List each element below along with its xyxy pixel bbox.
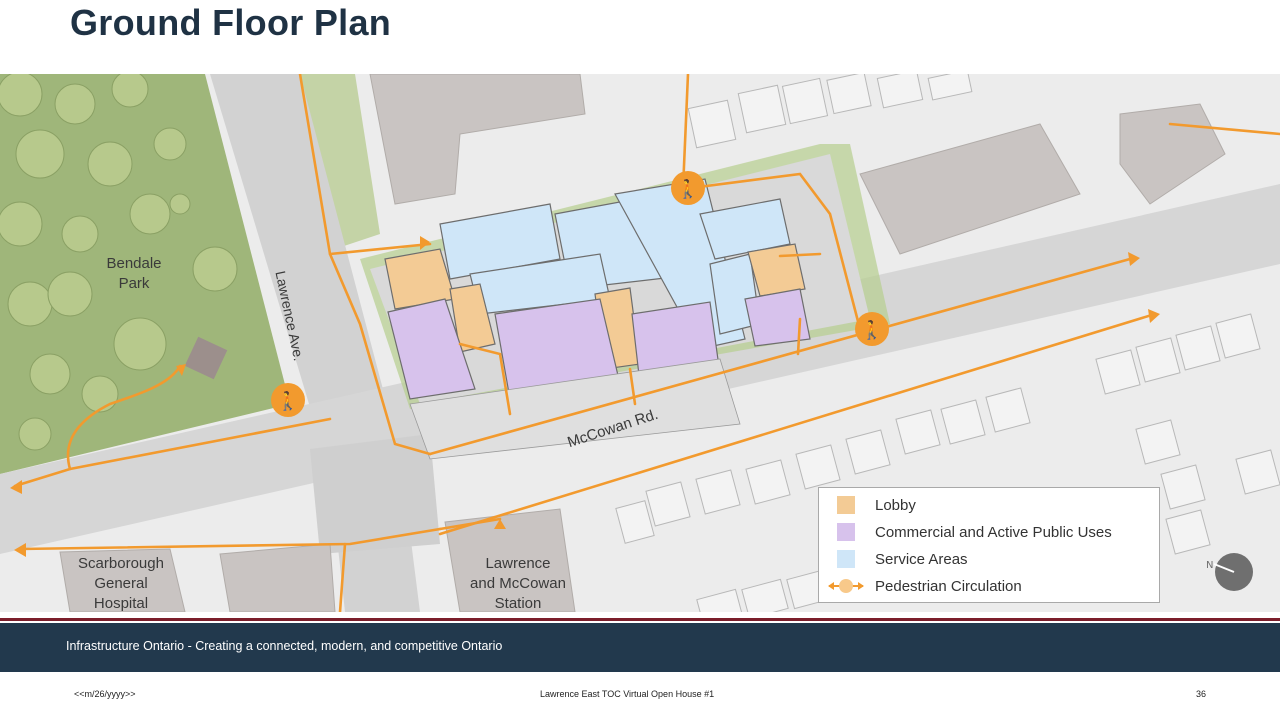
svg-text:N: N [1206,560,1213,571]
map-legend: Lobby Commercial and Active Public Uses … [818,487,1160,603]
page-title: Ground Floor Plan [70,2,392,43]
svg-text:🚶: 🚶 [677,178,699,200]
legend-item-pedestrian: Pedestrian Circulation [828,576,1022,596]
pedestrian-icon: 🚶 [271,383,305,417]
pedestrian-icon: 🚶 [671,171,705,205]
commercial-swatch [837,523,855,541]
legend-label: Commercial and Active Public Uses [875,523,1112,541]
svg-text:🚶: 🚶 [861,319,883,341]
footer-event-title: Lawrence East TOC Virtual Open House #1 [540,689,715,699]
lobby-swatch [837,496,855,514]
legend-item-commercial: Commercial and Active Public Uses [837,522,1112,542]
park-label: Bendale Park [106,255,162,292]
legend-item-service: Service Areas [837,549,968,569]
footer-date: <<m/26/yyyy>> [74,689,136,699]
page-number: 36 [1196,689,1207,699]
svg-text:🚶: 🚶 [277,390,299,412]
station-label: Lawrence and McCowan Station [470,555,566,612]
pedestrian-circulation-icon [828,579,864,593]
footer-divider [0,618,1280,621]
legend-label: Pedestrian Circulation [875,577,1022,595]
legend-label: Lobby [875,496,916,514]
legend-label: Service Areas [875,550,968,568]
pedestrian-icon: 🚶 [855,312,889,346]
site-plan-map: 🚶 🚶 🚶 N Bendale Park Scarborough General… [0,74,1280,612]
footer-tagline: Infrastructure Ontario - Creating a conn… [66,639,503,653]
legend-item-lobby: Lobby [837,495,916,515]
service-swatch [837,550,855,568]
hospital-label: Scarborough General Hospital [78,555,164,612]
footer-band: Infrastructure Ontario - Creating a conn… [0,623,1280,672]
